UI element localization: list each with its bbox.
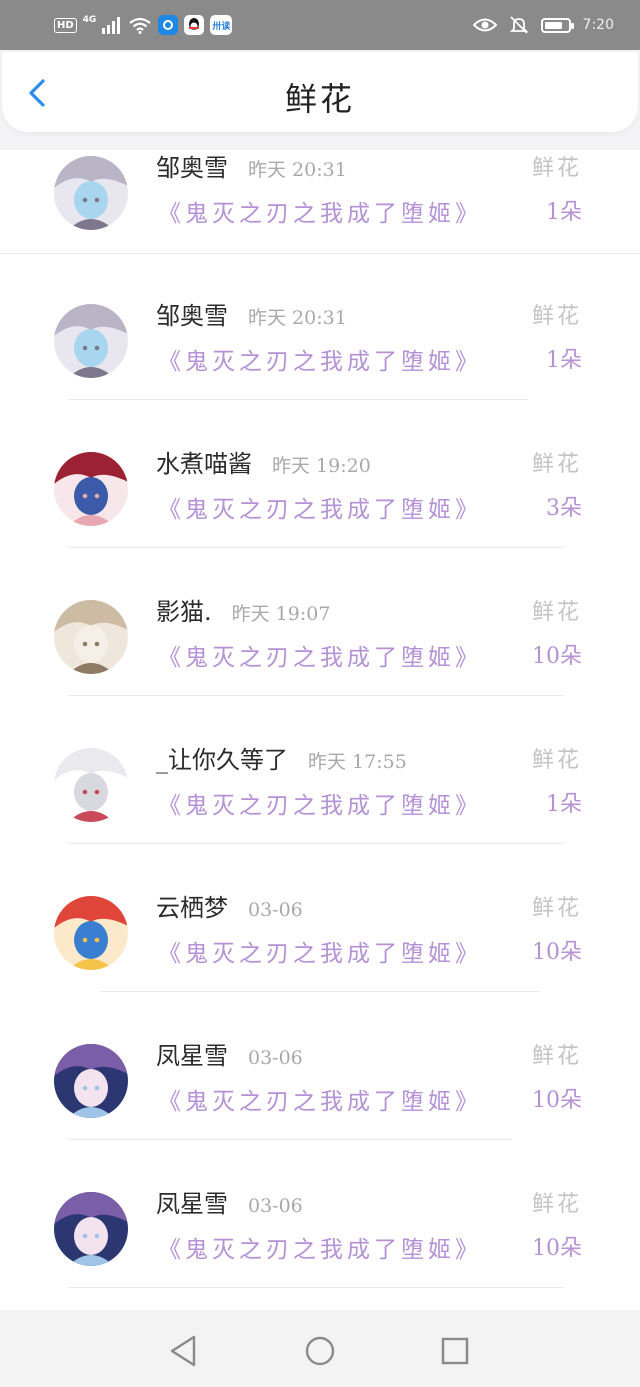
gift-count: 3朵 <box>546 496 582 521</box>
gift-type-label: 鲜花 <box>531 600 582 625</box>
gift-type-label: 鲜花 <box>531 748 582 773</box>
timestamp: 03-06 <box>248 899 303 921</box>
timestamp: 昨天 17:55 <box>308 751 407 773</box>
flower-gift-list[interactable]: 邹奥雪 昨天 20:31 《鬼灭之刃之我成了堕姬》 鲜花 1朵 邹奥雪 昨天 20:31 《鬼… <box>0 150 640 1310</box>
home-circle-icon[interactable] <box>304 1334 336 1368</box>
mute-icon <box>509 16 528 34</box>
reader-app-icon: 卅读 <box>210 15 233 35</box>
gift-type-label: 鲜花 <box>531 156 582 181</box>
list-item[interactable]: 邹奥雪 昨天 20:31 《鬼灭之刃之我成了堕姬》 鲜花 1朵 <box>0 290 640 438</box>
gift-count: 10朵 <box>532 644 582 669</box>
avatar[interactable] <box>54 600 128 674</box>
avatar[interactable] <box>54 748 128 822</box>
qq-icon <box>184 15 205 35</box>
app-header: 鲜花 <box>2 52 638 132</box>
gift-type-label: 鲜花 <box>531 1192 582 1217</box>
divider <box>68 399 528 400</box>
gift-count: 10朵 <box>532 1088 582 1113</box>
gift-type-label: 鲜花 <box>531 1044 582 1069</box>
timestamp: 昨天 19:20 <box>272 455 371 477</box>
clock: 7:20 <box>582 17 614 33</box>
book-title-link[interactable]: 《鬼灭之刃之我成了堕姬》 <box>158 490 482 524</box>
divider <box>100 991 540 992</box>
battery-level <box>544 21 562 29</box>
list-item[interactable]: 水煮喵酱 昨天 19:20 《鬼灭之刃之我成了堕姬》 鲜花 3朵 <box>0 438 640 586</box>
book-title-link[interactable]: 《鬼灭之刃之我成了堕姬》 <box>158 786 482 820</box>
avatar[interactable] <box>54 1044 128 1118</box>
book-title-link[interactable]: 《鬼灭之刃之我成了堕姬》 <box>158 1230 482 1264</box>
signal-icon <box>102 17 121 34</box>
timestamp: 03-06 <box>248 1047 303 1069</box>
user-name[interactable]: 凤星雪 03-06 <box>156 1036 303 1071</box>
avatar[interactable] <box>54 452 128 526</box>
avatar[interactable] <box>54 896 128 970</box>
list-item[interactable]: 影猫. 昨天 19:07 《鬼灭之刃之我成了堕姬》 鲜花 10朵 <box>0 586 640 734</box>
timestamp: 昨天 19:07 <box>231 603 331 625</box>
status-left: HD 4G 卅读 <box>54 12 233 38</box>
gift-count: 1朵 <box>546 348 582 373</box>
app-icon <box>158 15 179 35</box>
book-title-link[interactable]: 《鬼灭之刃之我成了堕姬》 <box>158 1082 482 1116</box>
battery-icon <box>540 17 574 33</box>
gift-count: 10朵 <box>532 940 582 965</box>
user-name-text: _让你久等了 <box>156 746 288 774</box>
system-nav-bar <box>0 1314 640 1387</box>
user-name-text: 邹奥雪 <box>156 302 228 330</box>
hd-badge: HD <box>54 17 77 33</box>
status-bar: HD 4G 卅读 7:20 <box>0 0 640 50</box>
list-item[interactable]: 凤星雪 03-06 《鬼灭之刃之我成了堕姬》 鲜花 10朵 <box>0 1030 640 1178</box>
timestamp: 昨天 20:31 <box>248 159 347 181</box>
list-item[interactable]: _让你久等了 昨天 17:55 《鬼灭之刃之我成了堕姬》 鲜花 1朵 <box>0 734 640 882</box>
user-name-text: 水煮喵酱 <box>156 450 252 478</box>
user-name[interactable]: 凤星雪 03-06 <box>156 1184 303 1219</box>
divider <box>0 253 640 254</box>
status-right: 7:20 <box>472 12 614 38</box>
divider <box>68 843 564 844</box>
timestamp: 03-06 <box>248 1195 303 1217</box>
user-name-text: 凤星雪 <box>156 1042 228 1070</box>
wifi-icon <box>129 17 152 34</box>
book-title-link[interactable]: 《鬼灭之刃之我成了堕姬》 <box>158 342 482 376</box>
recents-square-icon[interactable] <box>440 1334 470 1368</box>
timestamp: 昨天 20:31 <box>248 307 347 329</box>
user-name-text: 凤星雪 <box>156 1190 228 1218</box>
user-name-text: 云栖梦 <box>156 894 228 922</box>
gift-count: 1朵 <box>546 200 582 225</box>
book-title-link[interactable]: 《鬼灭之刃之我成了堕姬》 <box>158 638 482 672</box>
user-name[interactable]: 云栖梦 03-06 <box>156 888 303 923</box>
user-name[interactable]: 邹奥雪 昨天 20:31 <box>156 150 347 183</box>
avatar[interactable] <box>54 156 128 230</box>
user-name-text: 影猫. <box>156 598 212 626</box>
divider <box>68 1287 564 1288</box>
list-item[interactable]: 邹奥雪 昨天 20:31 《鬼灭之刃之我成了堕姬》 鲜花 1朵 <box>0 150 640 290</box>
user-name[interactable]: 影猫. 昨天 19:07 <box>156 592 330 627</box>
eye-icon <box>472 18 497 32</box>
back-triangle-icon[interactable] <box>168 1334 198 1368</box>
gift-type-label: 鲜花 <box>531 304 582 329</box>
avatar[interactable] <box>54 304 128 378</box>
list-item[interactable]: 云栖梦 03-06 《鬼灭之刃之我成了堕姬》 鲜花 10朵 <box>0 882 640 1030</box>
network-type: 4G <box>82 15 97 25</box>
gift-count: 10朵 <box>532 1236 582 1261</box>
book-title-link[interactable]: 《鬼灭之刃之我成了堕姬》 <box>158 194 482 228</box>
gift-type-label: 鲜花 <box>531 452 582 477</box>
user-name[interactable]: 邹奥雪 昨天 20:31 <box>156 296 347 331</box>
divider <box>68 547 564 548</box>
divider <box>68 1139 512 1140</box>
user-name[interactable]: _让你久等了 昨天 17:55 <box>156 740 407 775</box>
gift-type-label: 鲜花 <box>531 896 582 921</box>
gift-count: 1朵 <box>546 792 582 817</box>
page-title: 鲜花 <box>284 80 355 118</box>
list-item[interactable]: 凤星雪 03-06 《鬼灭之刃之我成了堕姬》 鲜花 10朵 <box>0 1178 640 1310</box>
avatar[interactable] <box>54 1192 128 1266</box>
book-title-link[interactable]: 《鬼灭之刃之我成了堕姬》 <box>158 934 482 968</box>
divider <box>68 695 564 696</box>
user-name-text: 邹奥雪 <box>156 154 228 182</box>
user-name[interactable]: 水煮喵酱 昨天 19:20 <box>156 444 371 479</box>
